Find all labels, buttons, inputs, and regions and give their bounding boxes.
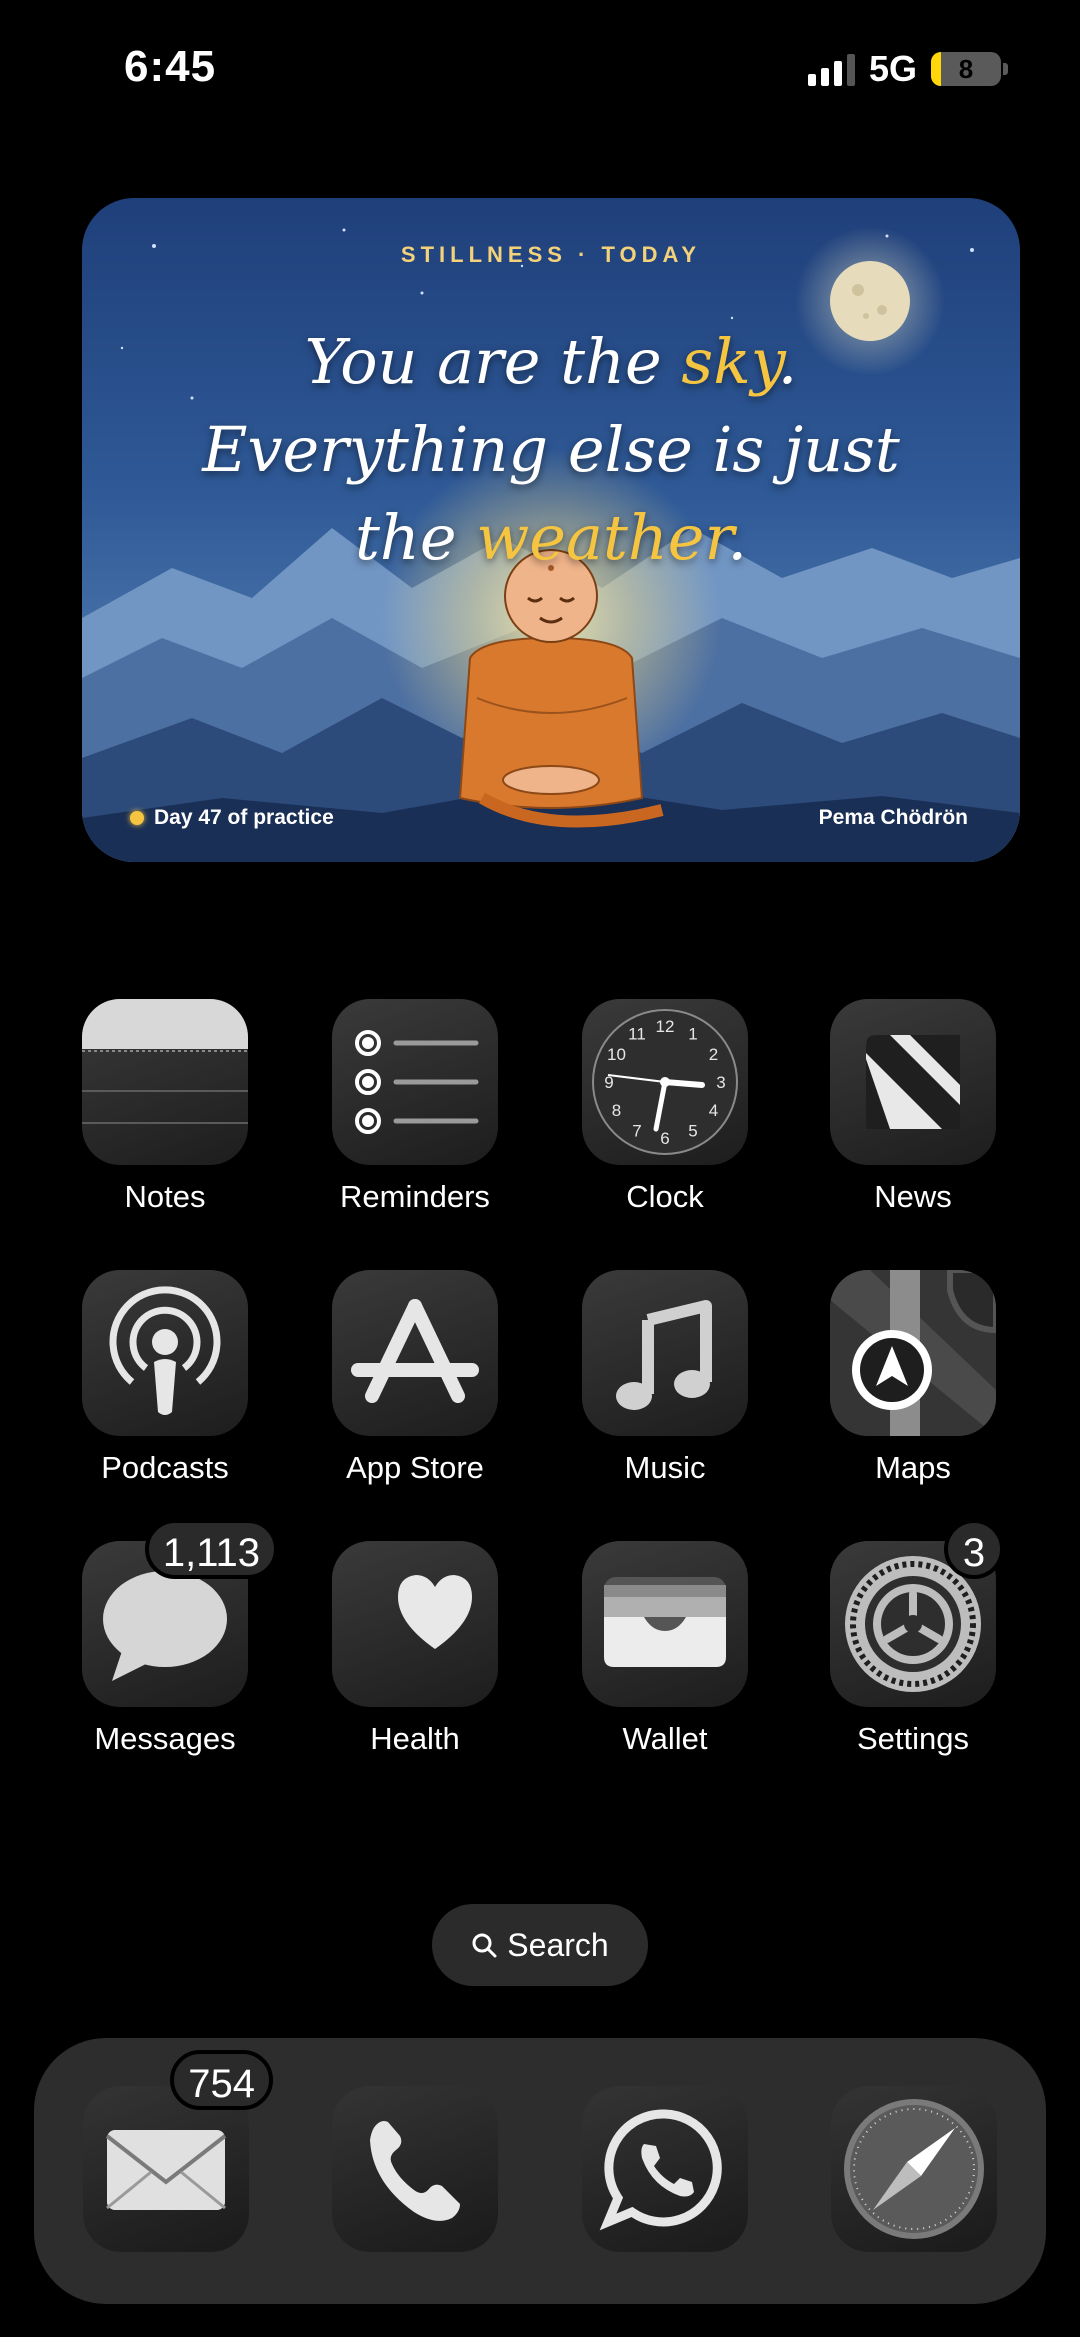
- news-icon: [830, 999, 996, 1165]
- app-label: Maps: [875, 1450, 951, 1485]
- compass-icon: [831, 2086, 997, 2252]
- music-note-icon: [582, 1270, 748, 1436]
- clock-numeral: 11: [628, 1025, 646, 1044]
- app-messages[interactable]: 1,113 Messages: [55, 1519, 278, 1757]
- wallet-icon: [582, 1541, 748, 1707]
- app-news[interactable]: News: [803, 999, 1023, 1215]
- clock-numeral: 6: [660, 1129, 669, 1148]
- phone-icon: [332, 2086, 498, 2252]
- app-notes[interactable]: Notes: [55, 999, 275, 1215]
- network-type: 5G: [868, 48, 917, 89]
- app-label: News: [874, 1179, 952, 1214]
- status-indicators: 5G 8: [807, 48, 1008, 90]
- app-music[interactable]: Music: [555, 1270, 775, 1486]
- app-label: Notes: [124, 1179, 206, 1214]
- notification-badge: 1,113: [144, 1519, 278, 1579]
- app-label: Messages: [94, 1721, 236, 1756]
- heart-icon: [332, 1541, 498, 1707]
- clock-numeral: 2: [709, 1045, 718, 1064]
- notes-icon: [82, 999, 248, 1165]
- app-label: Clock: [626, 1179, 704, 1214]
- app-label: Wallet: [622, 1721, 708, 1756]
- search-icon: [472, 1933, 497, 1958]
- notification-badge: 754: [170, 2050, 273, 2110]
- app-label: App Store: [346, 1450, 484, 1485]
- app-clock[interactable]: 12 1 2 3 4 5 6 7 8 9 10 11 Clock: [555, 999, 775, 1215]
- dock-app-mail[interactable]: 754: [56, 2050, 276, 2252]
- streak-text: Day 47 of practice: [154, 806, 334, 829]
- app-maps[interactable]: Maps: [803, 1270, 1023, 1486]
- quote-author: Pema Chödrön: [818, 806, 968, 829]
- clock-numeral: 3: [716, 1073, 725, 1092]
- battery-level: 8: [958, 53, 974, 84]
- search-label: Search: [507, 1926, 609, 1963]
- battery-icon: 8: [931, 52, 1001, 86]
- app-settings[interactable]: 3 Settings: [803, 1519, 1023, 1757]
- maps-icon: [830, 1270, 996, 1436]
- app-label: Health: [370, 1721, 460, 1756]
- clock-numeral: 10: [607, 1045, 626, 1064]
- clock-numeral: 1: [688, 1025, 697, 1044]
- app-app-store[interactable]: App Store: [305, 1270, 525, 1486]
- widget-header: STILLNESS · TODAY: [400, 242, 702, 267]
- app-store-icon: [332, 1270, 498, 1436]
- app-label: Podcasts: [101, 1450, 229, 1485]
- reminders-icon: [332, 999, 498, 1165]
- app-label: Reminders: [340, 1179, 490, 1214]
- dock-app-phone[interactable]: [305, 2086, 525, 2252]
- dock-app-whatsapp[interactable]: [555, 2086, 775, 2252]
- quote-widget[interactable]: STILLNESS · TODAY You are the sky. Every…: [82, 198, 1020, 862]
- streak-indicator: Day 47 of practice: [130, 806, 334, 830]
- clock-numeral: 12: [656, 1017, 675, 1036]
- spotlight-search-button[interactable]: Search: [432, 1904, 648, 1986]
- streak-dot-icon: [130, 811, 144, 825]
- dock-app-safari[interactable]: [804, 2086, 1024, 2252]
- whatsapp-icon: [582, 2086, 748, 2252]
- clock-numeral: 4: [709, 1101, 718, 1120]
- clock-numeral: 7: [632, 1122, 641, 1141]
- app-health[interactable]: Health: [305, 1541, 525, 1757]
- podcasts-icon: [82, 1270, 248, 1436]
- cellular-signal-icon: [807, 52, 855, 86]
- app-wallet[interactable]: Wallet: [555, 1541, 775, 1757]
- clock-numeral: 5: [688, 1122, 697, 1141]
- app-label: Music: [624, 1450, 706, 1485]
- app-podcasts[interactable]: Podcasts: [55, 1270, 275, 1486]
- clock-numeral: 8: [612, 1101, 621, 1120]
- app-label: Settings: [856, 1721, 969, 1756]
- app-reminders[interactable]: Reminders: [305, 999, 525, 1215]
- dock: 754: [34, 2038, 1046, 2304]
- notification-badge: 3: [944, 1519, 1004, 1579]
- clock-icon: 12 1 2 3 4 5 6 7 8 9 10 11: [582, 999, 748, 1165]
- quote-text: You are the sky. Everything else is just…: [202, 325, 900, 574]
- status-time: 6:45: [124, 42, 217, 91]
